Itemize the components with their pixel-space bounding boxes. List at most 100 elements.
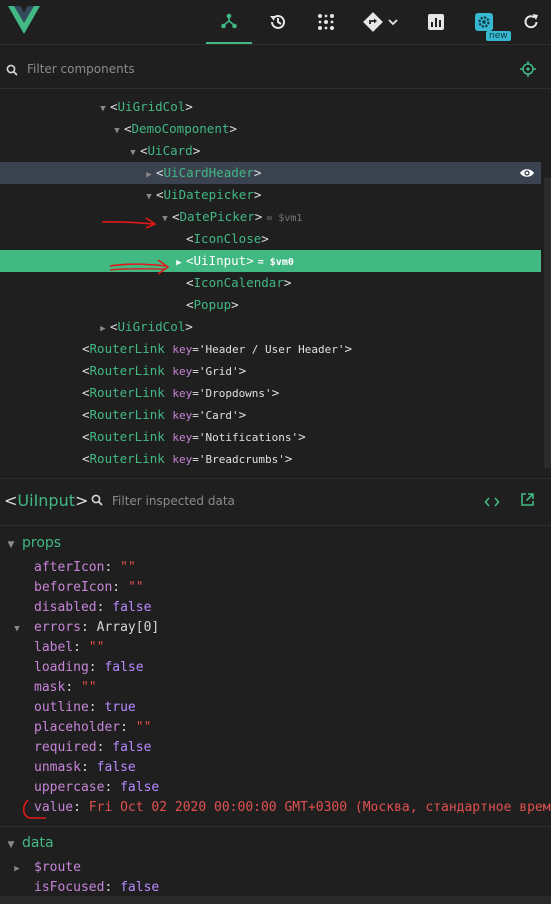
state-row-outline[interactable]: outline: true bbox=[0, 698, 551, 718]
key-attribute: key bbox=[172, 343, 193, 356]
plugins-tab-button[interactable] bbox=[306, 0, 346, 44]
tag-close-bracket: > bbox=[238, 407, 247, 422]
section-header-props[interactable]: ▼ props bbox=[0, 531, 551, 555]
prop-value: true bbox=[104, 700, 136, 715]
prop-key: $route bbox=[34, 860, 81, 875]
tree-row-uigridcol[interactable]: ▼ <UiGridCol> bbox=[0, 96, 541, 118]
tag-close-bracket: > bbox=[246, 253, 254, 268]
expanded-arrow-icon[interactable]: ▼ bbox=[0, 619, 34, 638]
state-row-isFocused[interactable]: isFocused: false bbox=[0, 878, 551, 898]
attr-equals: = bbox=[192, 431, 199, 444]
tree-row-iconcalendar[interactable]: <IconCalendar> bbox=[0, 272, 541, 294]
state-row-beforeIcon[interactable]: beforeIcon: "" bbox=[0, 578, 551, 598]
expanded-arrow-icon[interactable]: ▼ bbox=[126, 142, 140, 164]
tag-close-bracket: > bbox=[231, 297, 239, 312]
tag-open-bracket: < bbox=[186, 231, 194, 246]
annotation-underline bbox=[22, 799, 46, 819]
prop-colon: : bbox=[120, 720, 136, 735]
state-row-unmask[interactable]: unmask: false bbox=[0, 758, 551, 778]
state-row-afterIcon[interactable]: afterIcon: "" bbox=[0, 558, 551, 578]
components-tree-icon bbox=[221, 13, 237, 29]
tree-row-popup[interactable]: <Popup> bbox=[0, 294, 541, 316]
state-row-required[interactable]: required: false bbox=[0, 738, 551, 758]
collapsed-arrow-icon[interactable]: ▶ bbox=[172, 252, 186, 274]
select-component-target-icon[interactable] bbox=[520, 61, 536, 77]
horizontal-scrollbar[interactable] bbox=[0, 896, 551, 904]
expanded-arrow-icon[interactable]: ▼ bbox=[110, 120, 124, 142]
timeline-tab-button[interactable] bbox=[258, 0, 298, 44]
state-row-disabled[interactable]: disabled: false bbox=[0, 598, 551, 618]
state-row-loading[interactable]: loading: false bbox=[0, 658, 551, 678]
tag-open-bracket: < bbox=[110, 99, 118, 114]
tree-row-routerlink[interactable]: <RouterLink key='Notifications'> bbox=[0, 426, 541, 448]
tree-row-routerlink[interactable]: <RouterLink key='Breadcrumbs'> bbox=[0, 448, 541, 470]
tree-row-routerlink[interactable]: <RouterLink key='Dropdowns'> bbox=[0, 382, 541, 404]
router-tab-button[interactable] bbox=[356, 0, 406, 44]
component-name: UiInput bbox=[193, 253, 247, 268]
tree-row-uidatepicker[interactable]: ▼ <UiDatepicker> bbox=[0, 184, 541, 206]
state-row-label[interactable]: label: "" bbox=[0, 638, 551, 658]
tag-open-bracket: < bbox=[82, 451, 90, 466]
prop-colon: : bbox=[88, 700, 105, 715]
new-badge: new bbox=[486, 31, 511, 41]
expanded-arrow-icon[interactable]: ▼ bbox=[96, 98, 110, 120]
tree-row-routerlink[interactable]: <RouterLink key='Card'> bbox=[0, 404, 541, 426]
components-tab-button[interactable] bbox=[206, 0, 252, 44]
filter-inspected-data-input[interactable]: Filter inspected data bbox=[112, 494, 235, 508]
expanded-arrow-icon[interactable]: ▼ bbox=[142, 186, 156, 208]
filter-components-input[interactable]: Filter components bbox=[27, 62, 135, 76]
prop-value: false bbox=[112, 740, 152, 755]
section-label: data bbox=[22, 835, 54, 851]
state-row-value[interactable]: value: Fri Oct 02 2020 00:00:00 GMT+0300… bbox=[0, 798, 551, 818]
state-row-placeholder[interactable]: placeholder: "" bbox=[0, 718, 551, 738]
state-row-route[interactable]: ▶ $route bbox=[0, 858, 551, 878]
tag-close-bracket: > bbox=[253, 187, 262, 202]
collapsed-arrow-icon[interactable]: ▶ bbox=[0, 859, 34, 878]
collapsed-arrow-icon[interactable]: ▶ bbox=[142, 164, 156, 186]
tree-row-democomponent[interactable]: ▼ <DemoComponent> bbox=[0, 118, 541, 140]
collapsed-arrow-icon[interactable]: ▶ bbox=[96, 318, 110, 340]
section-label: props bbox=[22, 535, 62, 551]
refresh-icon bbox=[524, 14, 538, 29]
component-name: RouterLink bbox=[89, 451, 165, 466]
prop-colon: : bbox=[96, 740, 113, 755]
expanded-arrow-icon[interactable]: ▼ bbox=[158, 208, 172, 230]
open-in-editor-icon[interactable] bbox=[520, 492, 535, 507]
component-name: UiDatepicker bbox=[163, 187, 254, 202]
performance-tab-button[interactable] bbox=[416, 0, 456, 44]
key-attribute: key bbox=[172, 365, 193, 378]
tree-row-routerlink[interactable]: <RouterLink key='Header / User Header'> bbox=[0, 338, 541, 360]
tree-row-datepicker[interactable]: ▼ <DatePicker> = $vm1 bbox=[0, 206, 541, 228]
refresh-button[interactable] bbox=[511, 0, 551, 44]
tree-row-uiinput[interactable]: ▶ <UiInput> = $vm0 bbox=[0, 250, 541, 272]
tree-row-uicard[interactable]: ▼ <UiCard> bbox=[0, 140, 541, 162]
prop-colon: : bbox=[88, 660, 105, 675]
chevron-down-icon bbox=[388, 19, 398, 26]
prop-colon: : bbox=[96, 600, 113, 615]
tree-row-uigridcol[interactable]: ▶ <UiGridCol> bbox=[0, 316, 541, 338]
component-name: RouterLink bbox=[89, 429, 165, 444]
inspect-dom-code-icon[interactable] bbox=[484, 494, 500, 510]
prop-value: Fri Oct 02 2020 00:00:00 GMT+0300 (Москв… bbox=[88, 800, 551, 815]
tree-row-routerlink[interactable]: <RouterLink key='Grid'> bbox=[0, 360, 541, 382]
attr-equals: = bbox=[192, 343, 199, 356]
eye-icon[interactable] bbox=[519, 166, 535, 180]
prop-colon: : bbox=[73, 800, 89, 815]
state-row-mask[interactable]: mask: "" bbox=[0, 678, 551, 698]
key-value: 'Breadcrumbs' bbox=[198, 453, 285, 466]
prop-colon: : bbox=[65, 680, 81, 695]
tree-row-uicardheader[interactable]: ▶ <UiCardHeader> bbox=[0, 162, 541, 184]
state-row-uppercase[interactable]: uppercase: false bbox=[0, 778, 551, 798]
key-attribute: key bbox=[172, 431, 193, 444]
tree-scrollbar[interactable] bbox=[544, 178, 551, 468]
tree-row-iconclose[interactable]: <IconClose> bbox=[0, 228, 541, 250]
prop-value: "" bbox=[88, 640, 105, 655]
annotation-arrow-datepicker bbox=[101, 217, 157, 229]
top-toolbar: new bbox=[0, 0, 551, 45]
state-row-errors[interactable]: ▼ errors: Array[0] bbox=[0, 618, 551, 638]
component-name: IconCalendar bbox=[193, 275, 284, 290]
tag-open-bracket: < bbox=[186, 275, 194, 290]
tag-close-bracket: > bbox=[238, 363, 247, 378]
search-icon bbox=[6, 64, 18, 76]
section-header-data[interactable]: ▼ data bbox=[0, 831, 551, 855]
